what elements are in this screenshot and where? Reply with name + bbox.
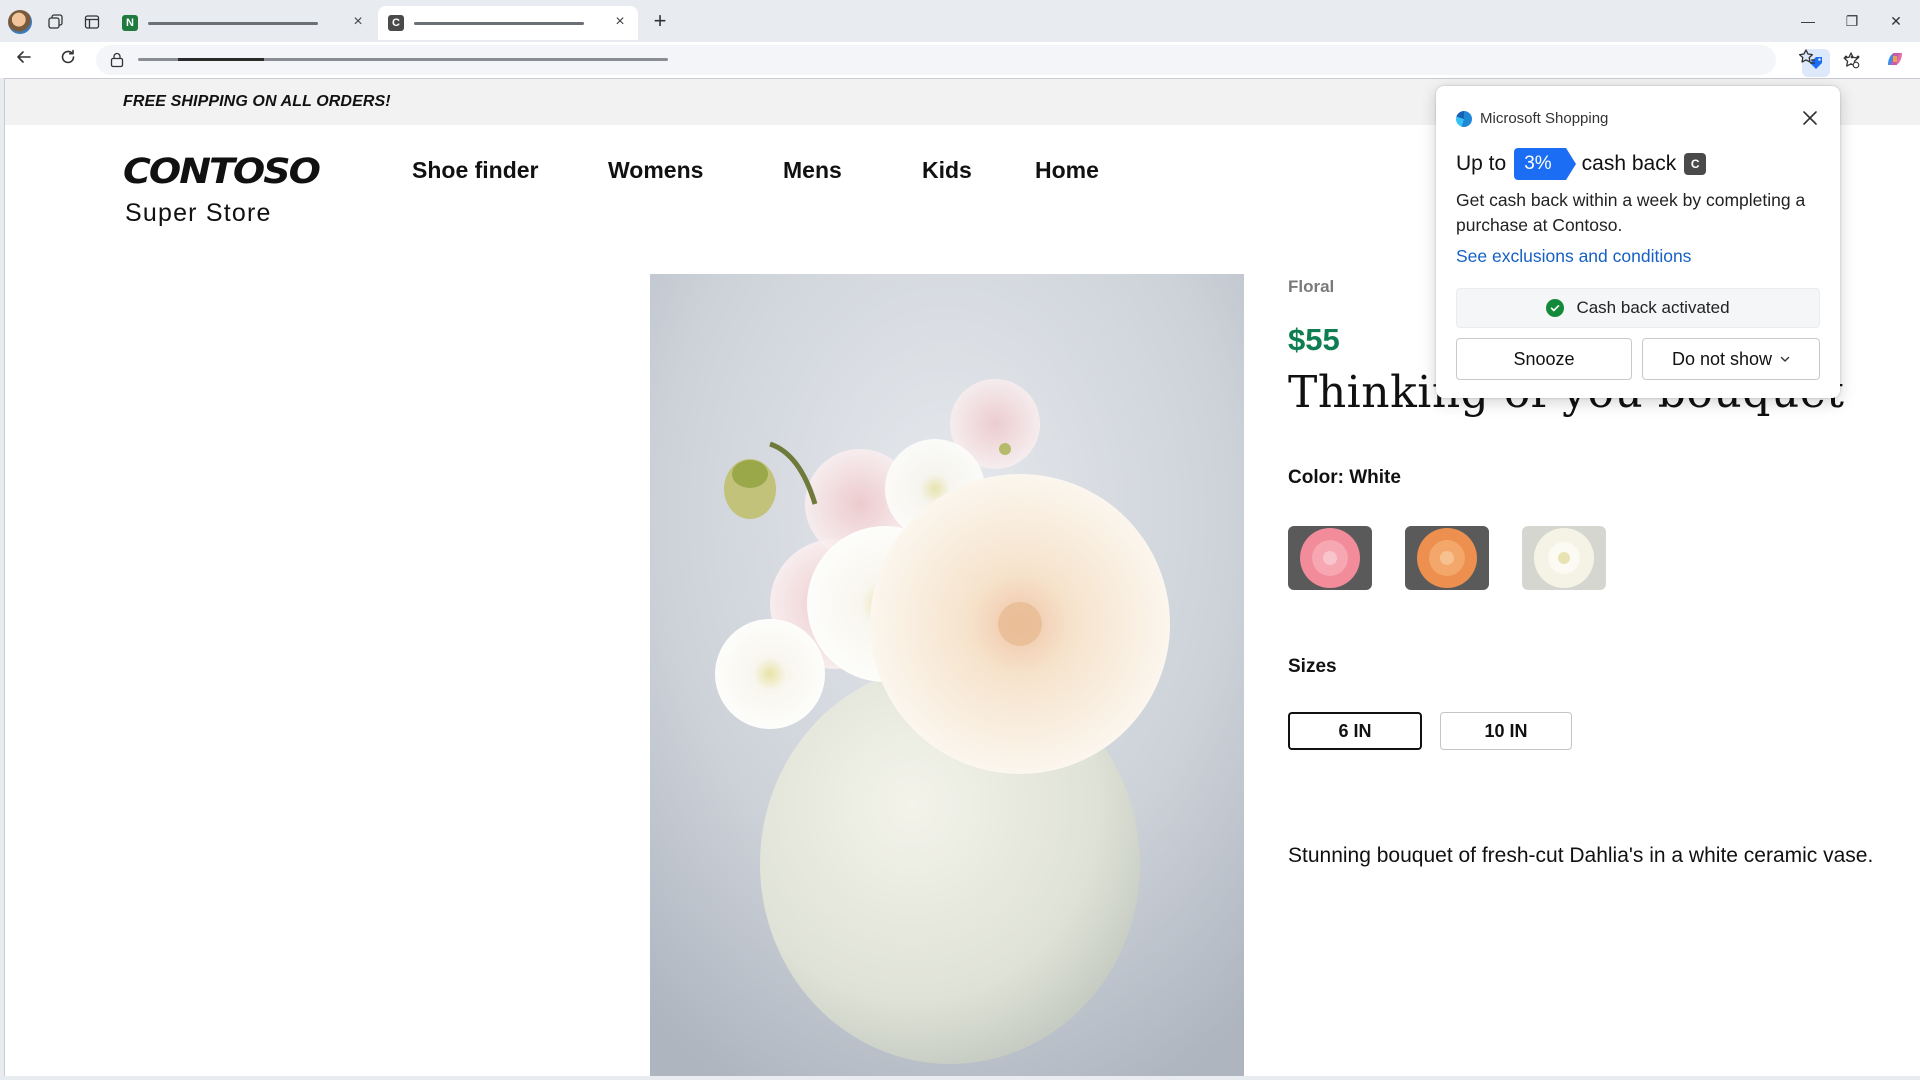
logo-subtitle: Super Store (125, 199, 272, 227)
refresh-icon[interactable] (56, 48, 80, 72)
merchant-icon-letter: C (1690, 157, 1700, 171)
shopping-popup: Microsoft Shopping Up to 3% cash back C … (1436, 86, 1840, 398)
cashback-headline: Up to 3% cash back C (1456, 148, 1707, 180)
lock-icon[interactable] (110, 52, 124, 68)
close-window-button[interactable]: ✕ (1874, 8, 1918, 34)
popup-header-title: Microsoft Shopping (1480, 110, 1609, 127)
tab-favicon-letter: N (126, 17, 134, 29)
size-10in-button[interactable]: 10 IN (1440, 712, 1572, 750)
restore-button[interactable]: ❐ (1830, 8, 1874, 34)
cashback-activated-label: Cash back activated (1576, 298, 1730, 317)
color-label: Color: White (1288, 467, 1401, 488)
copilot-icon[interactable] (1882, 48, 1908, 72)
close-icon[interactable] (1800, 108, 1820, 128)
address-bar[interactable] (96, 45, 1860, 77)
tab-favicon-letter: C (392, 17, 400, 29)
do-not-show-label: Do not show (1671, 348, 1773, 369)
cashback-up-to: Up to (1456, 152, 1507, 175)
tab-inactive[interactable]: N × (112, 6, 376, 40)
product-image (650, 274, 1244, 1076)
more-options-icon[interactable] (1839, 48, 1865, 72)
logo-brand: CONTOSO (123, 150, 321, 192)
chevron-down-icon (1780, 356, 1790, 362)
close-tab-icon[interactable]: × (350, 14, 366, 30)
merchant-icon: C (1684, 153, 1707, 175)
vertical-tabs-icon[interactable] (82, 12, 102, 32)
favorites-icon[interactable] (1794, 48, 1820, 72)
cashback-description: Get cash back within a week by completin… (1456, 190, 1806, 235)
product-category[interactable]: Floral (1288, 277, 1334, 297)
product-price: $55 (1288, 322, 1340, 357)
snooze-label: Snooze (1513, 348, 1575, 369)
tab-title-redacted (414, 21, 584, 25)
edge-logo-icon (1456, 110, 1472, 127)
product-description: Stunning bouquet of fresh-cut Dahlia's i… (1288, 844, 1874, 867)
minimize-button[interactable]: — (1786, 8, 1830, 34)
color-swatch-orange[interactable] (1405, 526, 1489, 590)
close-tab-icon[interactable]: × (612, 14, 628, 30)
tab-bar: N × C × + — ❐ ✕ (0, 0, 1920, 42)
popup-header: Microsoft Shopping (1456, 110, 1608, 127)
url-redacted (138, 58, 668, 61)
color-swatch-pink[interactable] (1288, 526, 1372, 590)
do-not-show-button[interactable]: Do not show (1642, 338, 1820, 380)
tab-title-redacted (148, 21, 318, 25)
tab-active[interactable]: C × (378, 6, 638, 40)
new-tab-button[interactable]: + (646, 9, 674, 35)
snooze-button[interactable]: Snooze (1456, 338, 1632, 380)
promo-text: FREE SHIPPING ON ALL ORDERS! (123, 93, 391, 110)
tab-favicon-icon: N (122, 15, 138, 31)
nav-womens[interactable]: Womens (608, 157, 703, 184)
exclusions-link[interactable]: See exclusions and conditions (1456, 246, 1691, 267)
color-swatch-white[interactable] (1522, 526, 1606, 590)
check-icon (1546, 299, 1565, 317)
cashback-label: cash back (1581, 152, 1677, 175)
cashback-activated-status: Cash back activated (1456, 288, 1820, 328)
cashback-percent-badge: 3% (1514, 148, 1577, 180)
sizes-label: Sizes (1288, 656, 1337, 677)
collections-icon[interactable] (46, 12, 66, 32)
size-6in-button[interactable]: 6 IN (1288, 712, 1422, 750)
profile-avatar[interactable] (8, 10, 32, 34)
tab-favicon-icon: C (388, 15, 404, 31)
nav-mens[interactable]: Mens (783, 157, 842, 184)
browser-toolbar (0, 42, 1920, 78)
back-arrow-icon[interactable] (12, 48, 36, 72)
store-logo[interactable]: CONTOSO Super Store (123, 149, 321, 228)
nav-home[interactable]: Home (1035, 157, 1099, 184)
nav-shoe-finder[interactable]: Shoe finder (412, 157, 539, 184)
nav-kids[interactable]: Kids (922, 157, 972, 184)
